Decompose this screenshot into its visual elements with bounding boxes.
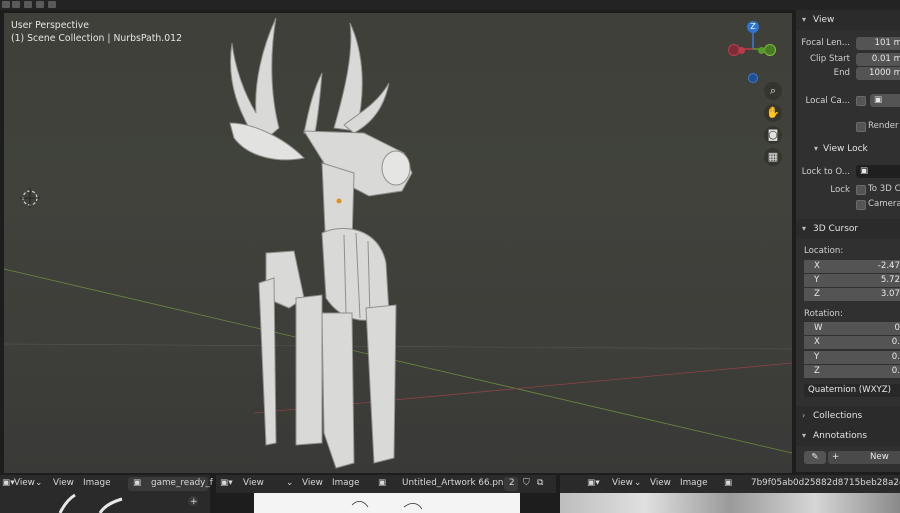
hand-pan-icon[interactable]: ✋ [764, 104, 782, 122]
clip-start-field[interactable]: 0.01 m [856, 53, 900, 66]
clip-end-label: End [833, 68, 850, 78]
view-menu-dropdown[interactable]: View [243, 478, 264, 488]
local-camera-checkbox[interactable] [856, 96, 866, 106]
browse-image-icon[interactable]: ▣ [724, 478, 732, 488]
camera-icon[interactable]: ◙ [764, 126, 782, 144]
select-invert-icon[interactable] [36, 1, 44, 8]
y-axis-line [4, 268, 792, 454]
location-label: Location: [804, 246, 844, 256]
annotation-tool-icon[interactable]: ✎ [804, 451, 826, 464]
rotation-label: Rotation: [804, 309, 843, 319]
grid-horizon-line [4, 343, 792, 350]
focal-length-label: Focal Len... [801, 38, 850, 48]
lock-camera-checkbox[interactable] [856, 200, 866, 210]
gizmo-neg-z-axis[interactable] [748, 73, 758, 83]
view-section-header[interactable]: ▾ View [796, 10, 900, 30]
cursor-location-y-field[interactable]: Y 5.72 [804, 274, 900, 287]
chevron-down-icon: ⌄ [286, 478, 294, 488]
select-extend-icon[interactable] [12, 1, 20, 8]
cursor-rotation-w-field[interactable]: W0 [804, 322, 900, 335]
cursor-rotation-y-field[interactable]: Y 0. [804, 351, 900, 364]
chevron-down-icon: ▾ [802, 15, 807, 24]
gizmo-y-axis[interactable] [764, 44, 776, 56]
view-menu-dropdown[interactable]: View [612, 478, 633, 488]
chevron-down-icon: ▾ [814, 144, 819, 153]
scene-collection-label: (1) Scene Collection | NurbsPath.012 [11, 33, 182, 44]
chevron-down-icon: ⌄ [35, 478, 43, 488]
select-box-icon[interactable] [2, 1, 10, 8]
grid-icon[interactable]: ▦ [764, 148, 782, 166]
gizmo-z-axis[interactable]: Z [747, 21, 759, 33]
view-menu[interactable]: View [650, 478, 671, 488]
image-filename[interactable]: Untitled_Artwork 66.png [402, 478, 509, 488]
view-perspective-label: User Perspective [11, 20, 89, 31]
view-menu-dropdown[interactable]: View [14, 478, 35, 488]
bottom-image-editors: ▣▾ View ⌄ View Image ▣ game_ready_f + ▣▾… [0, 475, 900, 513]
zoom-icon[interactable]: ⌕ [764, 82, 782, 100]
select-subtract-icon[interactable] [24, 1, 32, 8]
3d-cursor-section-header[interactable]: ▾ 3D Cursor [796, 219, 900, 239]
gizmo-neg-y-axis[interactable] [758, 47, 765, 54]
annotations-section-header[interactable]: ▾ Annotations [796, 426, 900, 446]
image-canvas-2[interactable] [254, 493, 520, 513]
browse-image-icon[interactable]: ▣ [378, 478, 386, 488]
sidebar-n-panel: ▾ View Focal Len... 101 m Clip Start 0.0… [796, 10, 900, 472]
image-menu[interactable]: Image [332, 478, 360, 488]
image-canvas-3[interactable] [560, 493, 900, 513]
lock-label: Lock [830, 185, 850, 195]
local-camera-label: Local Ca... [805, 96, 850, 106]
object-origin-dot [336, 198, 342, 204]
render-region-checkbox[interactable] [856, 122, 866, 132]
navigation-gizmo[interactable]: Z [724, 19, 780, 83]
editor-type-icon[interactable]: ▣▾ [220, 478, 233, 488]
clip-start-label: Clip Start [810, 54, 850, 64]
image-menu[interactable]: Image [83, 478, 111, 488]
chevron-down-icon: ▾ [802, 431, 807, 440]
duplicate-image-icon[interactable]: ⧉ [537, 478, 543, 488]
chevron-right-icon: › [802, 411, 806, 420]
lock-to-3d-cursor-label: To 3D C [868, 184, 900, 194]
image-menu[interactable]: Image [680, 478, 708, 488]
image-filename[interactable]: game_ready_f [151, 478, 213, 488]
image-editor-1-header: ▣▾ View ⌄ View Image ▣ game_ready_f [0, 475, 213, 493]
lock-to-object-label: Lock to O... [801, 167, 850, 177]
cursor-rotation-z-field[interactable]: Z 0. [804, 365, 900, 378]
image-editor-3-header: ▣▾ View ⌄ View Image ▣ 7b9f05ab0d25882d8… [560, 475, 900, 493]
focal-length-field[interactable]: 101 m [856, 37, 900, 50]
image-editor-2-header: ▣▾ View ⌄ View Image ▣ Untitled_Artwork … [216, 475, 556, 493]
chevron-down-icon: ▾ [802, 224, 807, 233]
editor-type-icon[interactable]: ▣▾ [587, 478, 600, 488]
chevron-down-icon: ⌄ [634, 478, 642, 488]
viewport-scene [4, 17, 792, 469]
lock-to-object-field[interactable]: ▣ [856, 165, 900, 178]
view-menu[interactable]: View [53, 478, 74, 488]
svg-text:+: + [190, 497, 198, 507]
fake-user-shield-icon[interactable]: ⛉ [523, 478, 530, 488]
lock-to-3d-cursor-checkbox[interactable] [856, 185, 866, 195]
new-annotation-button[interactable]: + New [828, 451, 900, 464]
editor-type-icon[interactable]: ▣▾ [2, 478, 15, 488]
deer-model [229, 17, 413, 469]
view-menu[interactable]: View [302, 478, 323, 488]
render-region-label: Render R [868, 121, 900, 131]
gizmo-x-axis[interactable] [738, 47, 745, 54]
image-filename[interactable]: 7b9f05ab0d25882d8715beb28a24a6 [751, 478, 900, 488]
collections-section-header[interactable]: › Collections [796, 406, 900, 426]
view-lock-section-header[interactable]: ▾ View Lock [796, 139, 900, 159]
cursor-location-x-field[interactable]: X -2.47 [804, 260, 900, 273]
3d-viewport[interactable]: User Perspective (1) Scene Collection | … [4, 13, 792, 473]
clip-end-field[interactable]: 1000 m [856, 67, 900, 80]
3d-cursor-icon [20, 188, 40, 208]
top-toolbar-strip [0, 0, 900, 10]
select-intersect-icon[interactable] [48, 1, 56, 8]
viewport-info: User Perspective (1) Scene Collection | … [11, 19, 182, 45]
cursor-rotation-x-field[interactable]: X 0. [804, 336, 900, 349]
plus-icon: + [832, 452, 840, 462]
image-canvas-1[interactable]: + [0, 493, 210, 513]
cursor-location-z-field[interactable]: Z 3.07 [804, 288, 900, 301]
local-camera-field[interactable]: ▣ [870, 94, 900, 107]
rotation-mode-dropdown[interactable]: Quaternion (WXYZ) [804, 384, 900, 397]
lock-camera-label: Camera [868, 199, 900, 209]
browse-image-icon[interactable]: ▣ [133, 478, 141, 488]
